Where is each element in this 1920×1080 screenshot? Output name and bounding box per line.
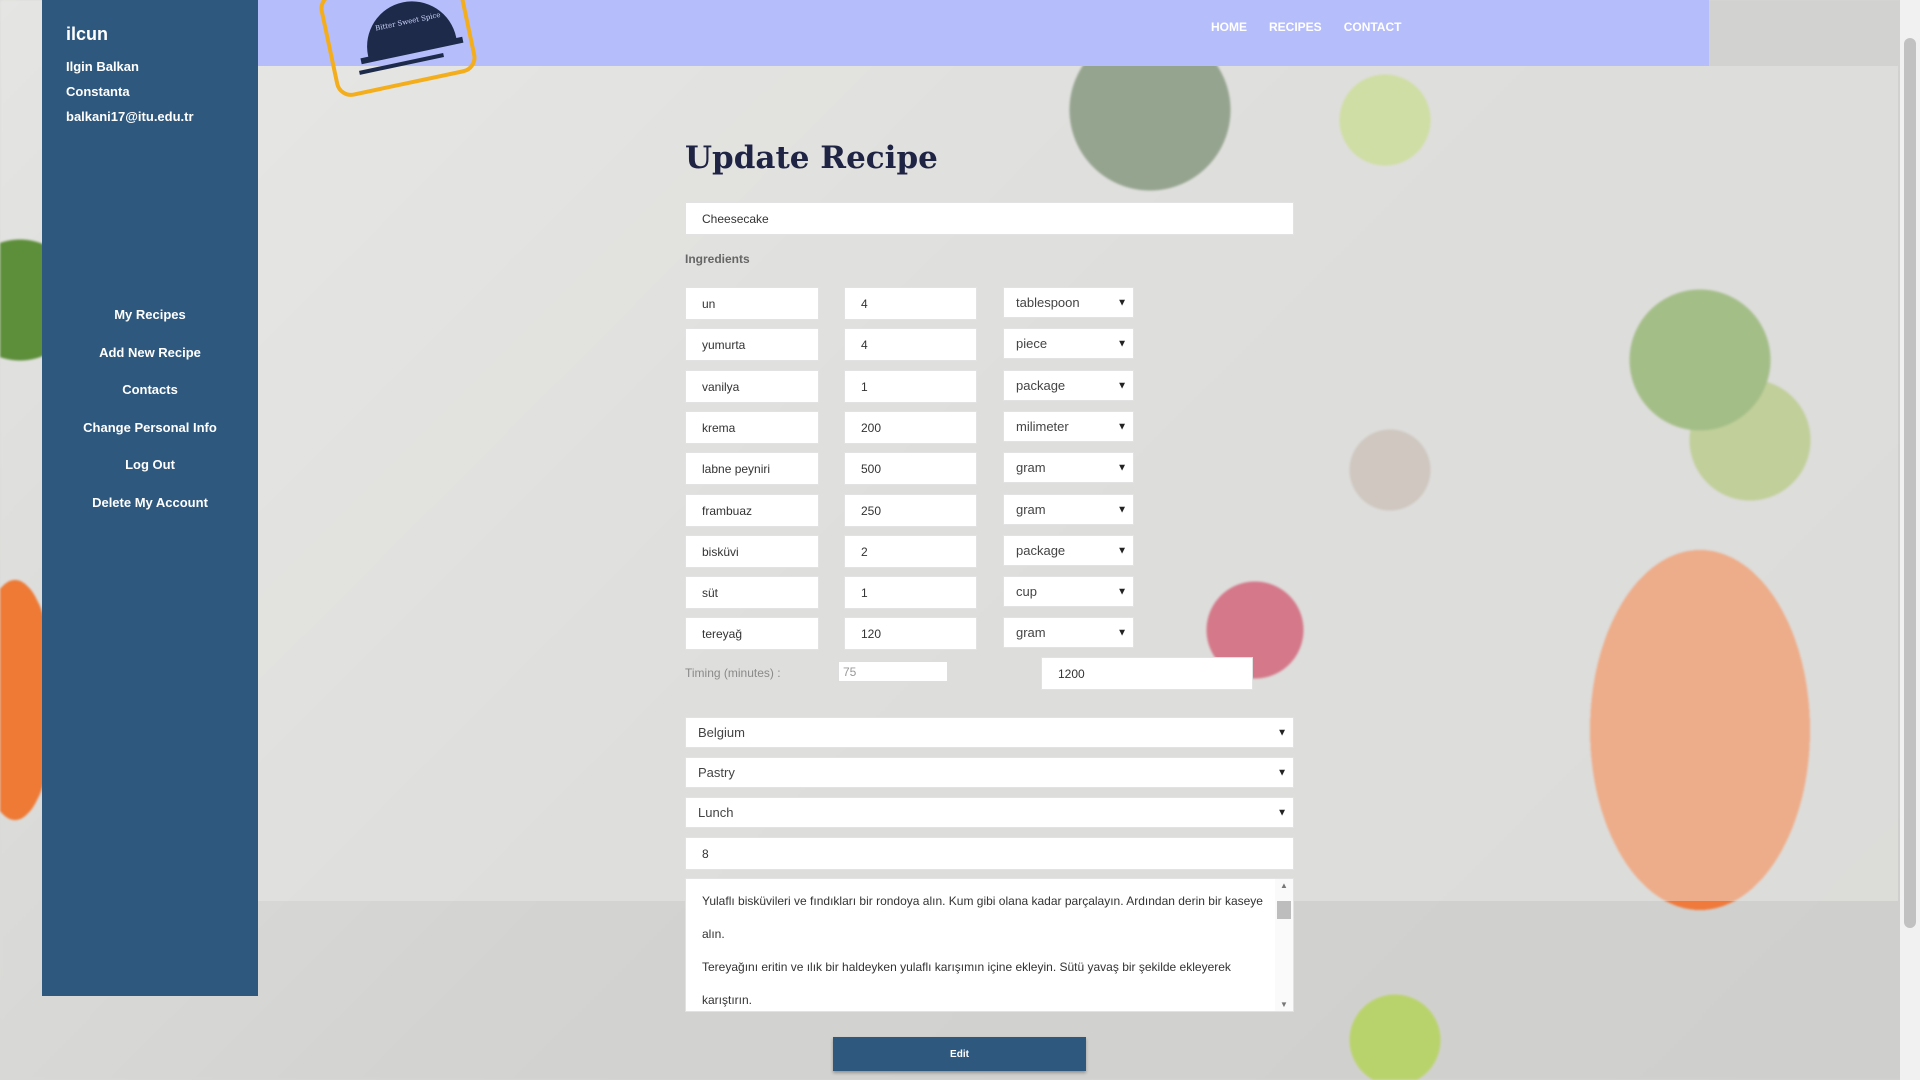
scrollbar-thumb[interactable]	[1277, 901, 1291, 919]
chevron-down-icon: ▼	[1117, 545, 1127, 556]
chevron-down-icon: ▼	[1117, 421, 1127, 432]
nav-link-contact[interactable]: CONTACT	[1344, 20, 1402, 34]
country-select-value: Belgium	[698, 725, 745, 740]
ingredient-amount-input[interactable]: 250	[844, 494, 977, 527]
calories-input[interactable]: 1200	[1041, 657, 1253, 690]
ingredient-unit-value: piece	[1016, 336, 1048, 351]
instructions-textarea[interactable]: Yulaflı bisküvileri ve fındıkları bir ro…	[685, 878, 1294, 1012]
ingredient-name-input[interactable]: un	[685, 287, 819, 320]
chevron-down-icon: ▼	[1117, 380, 1127, 391]
servings-input[interactable]: 8	[685, 837, 1294, 870]
chevron-down-icon: ▼	[1277, 807, 1287, 818]
chevron-down-icon: ▼	[1117, 627, 1127, 638]
ingredient-unit-value: tablespoon	[1016, 295, 1080, 310]
sidebar-full-name: Ilgin Balkan	[66, 59, 139, 74]
ingredient-unit-value: cup	[1016, 584, 1037, 599]
chevron-down-icon: ▼	[1277, 767, 1287, 778]
chevron-down-icon: ▼	[1117, 297, 1127, 308]
sidebar-item-log-out[interactable]: Log Out	[42, 454, 258, 492]
ingredient-amount-input[interactable]: 1	[844, 370, 977, 403]
ingredient-name-input[interactable]: bisküvi	[685, 535, 819, 568]
ingredient-amount-input[interactable]: 200	[844, 411, 977, 444]
ingredient-unit-select[interactable]: milimeter ▼	[1003, 411, 1134, 442]
page-scrollbar[interactable]	[1900, 0, 1920, 1080]
chevron-down-icon: ▼	[1117, 338, 1127, 349]
category-select-value: Pastry	[698, 765, 735, 780]
sidebar-item-delete-account[interactable]: Delete My Account	[42, 492, 258, 530]
page-scrollbar-thumb[interactable]	[1904, 38, 1916, 928]
ingredient-unit-select[interactable]: gram ▼	[1003, 452, 1134, 483]
ingredient-unit-select[interactable]: package ▼	[1003, 535, 1134, 566]
instruction-line: Yulaflı bisküvileri ve fındıkları bir ro…	[702, 894, 1263, 908]
sidebar-username: ilcun	[66, 24, 109, 44]
ingredient-unit-value: milimeter	[1016, 419, 1069, 434]
sidebar-item-my-recipes[interactable]: My Recipes	[42, 304, 258, 342]
scroll-up-icon[interactable]: ▲	[1280, 881, 1288, 890]
instruction-line: karıştırın.	[702, 993, 753, 1007]
ingredient-name-input[interactable]: süt	[685, 576, 819, 609]
ingredient-unit-select[interactable]: package ▼	[1003, 370, 1134, 401]
page-title: Update Recipe	[685, 140, 938, 176]
recipe-name-input[interactable]: Cheesecake	[685, 202, 1294, 235]
ingredient-unit-value: gram	[1016, 460, 1046, 475]
ingredient-amount-input[interactable]: 4	[844, 328, 977, 361]
chevron-down-icon: ▼	[1117, 504, 1127, 515]
ingredient-unit-select[interactable]: gram ▼	[1003, 494, 1134, 525]
ingredient-unit-select[interactable]: piece ▼	[1003, 328, 1134, 359]
ingredient-name-input[interactable]: tereyağ	[685, 617, 819, 650]
instructions-text: Yulaflı bisküvileri ve fındıkları bir ro…	[702, 885, 1272, 1011]
ingredient-unit-value: package	[1016, 543, 1066, 558]
sidebar-item-add-new-recipe[interactable]: Add New Recipe	[42, 342, 258, 380]
ingredients-label: Ingredients	[685, 252, 750, 266]
ingredient-amount-input[interactable]: 1	[844, 576, 977, 609]
chevron-down-icon: ▼	[1277, 727, 1287, 738]
instruction-line: Tereyağını eritin ve ılık bir haldeyken …	[702, 960, 1231, 974]
meal-select-value: Lunch	[698, 805, 734, 820]
ingredient-name-input[interactable]: yumurta	[685, 328, 819, 361]
ingredient-name-input[interactable]: krema	[685, 411, 819, 444]
ingredient-unit-value: gram	[1016, 625, 1046, 640]
nav-link-home[interactable]: HOME	[1211, 20, 1247, 34]
nav-link-recipes[interactable]: RECIPES	[1269, 20, 1322, 34]
sidebar-item-change-personal-info[interactable]: Change Personal Info	[42, 417, 258, 455]
sidebar: ilcun Ilgin Balkan Constanta balkani17@i…	[42, 0, 258, 996]
category-select[interactable]: Pastry ▼	[685, 757, 1294, 788]
sidebar-menu: My Recipes Add New Recipe Contacts Chang…	[42, 304, 258, 529]
ingredient-unit-value: gram	[1016, 502, 1046, 517]
country-select[interactable]: Belgium ▼	[685, 717, 1294, 748]
meal-select[interactable]: Lunch ▼	[685, 797, 1294, 828]
ingredient-name-input[interactable]: labne peyniri	[685, 452, 819, 485]
ingredient-unit-select[interactable]: gram ▼	[1003, 617, 1134, 648]
chevron-down-icon: ▼	[1117, 586, 1127, 597]
ingredient-amount-input[interactable]: 2	[844, 535, 977, 568]
ingredient-amount-input[interactable]: 500	[844, 452, 977, 485]
sidebar-city: Constanta	[66, 84, 130, 99]
textarea-scrollbar[interactable]: ▲ ▼	[1275, 879, 1293, 1011]
sidebar-item-contacts[interactable]: Contacts	[42, 379, 258, 417]
edit-button[interactable]: Edit	[833, 1037, 1086, 1071]
nav-links: HOME RECIPES CONTACT	[1211, 20, 1401, 34]
ingredient-amount-input[interactable]: 120	[844, 617, 977, 650]
instruction-line: alın.	[702, 927, 725, 941]
scroll-down-icon[interactable]: ▼	[1280, 1000, 1288, 1009]
ingredient-unit-select[interactable]: cup ▼	[1003, 576, 1134, 607]
ingredient-unit-value: package	[1016, 378, 1066, 393]
chevron-down-icon: ▼	[1117, 462, 1127, 473]
sidebar-email: balkani17@itu.edu.tr	[66, 109, 194, 124]
ingredient-name-input[interactable]: vanilya	[685, 370, 819, 403]
ingredient-unit-select[interactable]: tablespoon ▼	[1003, 287, 1134, 318]
timing-input[interactable]: 75	[838, 661, 948, 682]
ingredient-amount-input[interactable]: 4	[844, 287, 977, 320]
timing-label: Timing (minutes) :	[685, 666, 781, 680]
ingredient-name-input[interactable]: frambuaz	[685, 494, 819, 527]
